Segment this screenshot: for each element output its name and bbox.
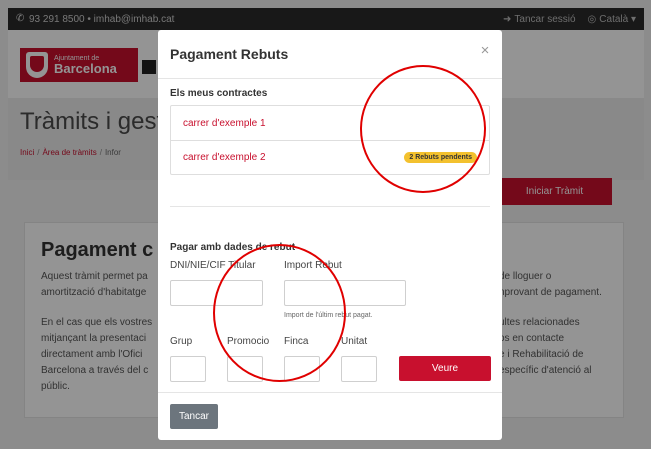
grup-input[interactable] [170, 356, 206, 382]
contracts-section-title: Els meus contractes [170, 88, 268, 99]
close-button[interactable]: Tancar [170, 404, 218, 429]
divider [170, 206, 490, 207]
grup-label: Grup [170, 336, 193, 347]
divider [158, 392, 502, 393]
annotation-circle [360, 65, 486, 193]
modal-title: Pagament Rebuts [170, 46, 289, 62]
view-button[interactable]: Veure [399, 356, 491, 381]
unitat-input[interactable] [341, 356, 377, 382]
unitat-label: Unitat [341, 336, 368, 347]
close-icon[interactable]: × [478, 42, 492, 60]
annotation-circle [213, 244, 346, 382]
